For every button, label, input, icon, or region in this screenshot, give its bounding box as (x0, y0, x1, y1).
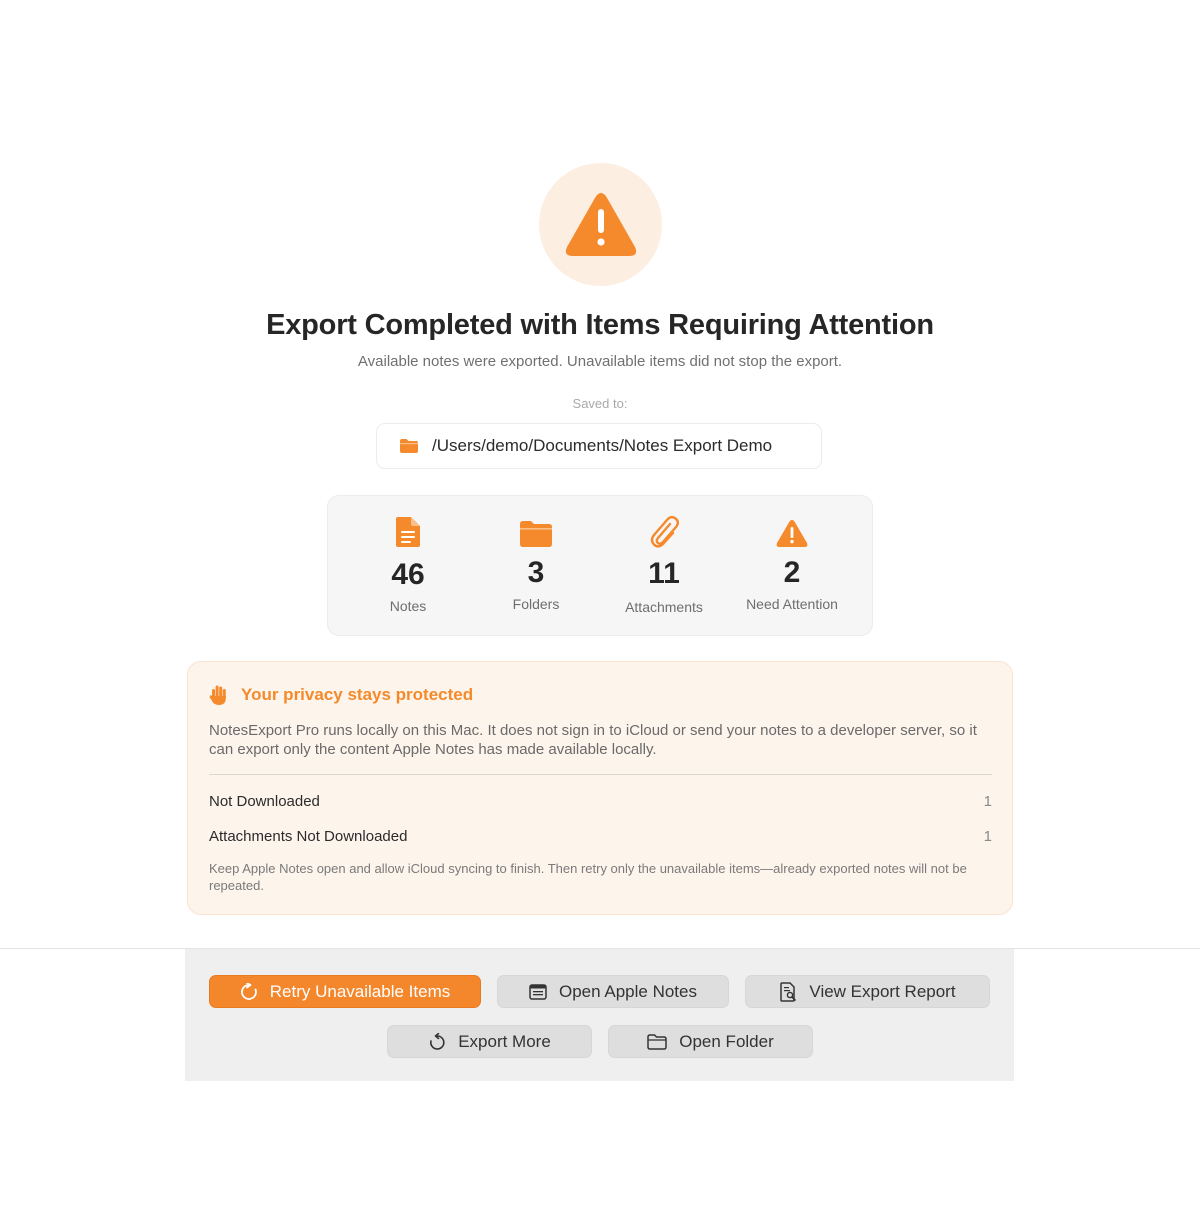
retry-unavailable-label: Retry Unavailable Items (269, 981, 451, 1001)
warning-triangle-icon (565, 192, 636, 256)
privacy-panel: Your privacy stays protected NotesExport… (187, 661, 1013, 915)
open-apple-notes-button[interactable]: Open Apple Notes (497, 975, 729, 1008)
folder-outline-icon (647, 1033, 667, 1050)
issue-row-not-downloaded: Not Downloaded 1 (209, 793, 992, 810)
export-path-box[interactable]: /Users/demo/Documents/Notes Export Demo (376, 423, 822, 469)
notes-list-icon (529, 983, 547, 1000)
stat-notes-value: 46 (391, 558, 425, 591)
stat-notes-label: Notes (389, 598, 427, 614)
view-export-report-label: View Export Report (809, 981, 956, 1001)
restart-arrow-icon (428, 1032, 446, 1051)
stat-need-attention: 2 Need Attention (727, 496, 857, 612)
retry-hint: Keep Apple Notes open and allow iCloud s… (209, 861, 967, 893)
hero-warning-badge (539, 163, 662, 286)
privacy-title: Your privacy stays protected (241, 685, 474, 704)
export-stats-card: 46 Notes 3 Folders 11 Attachments 2 Need… (327, 495, 873, 636)
stat-folders-label: Folders (512, 596, 560, 612)
saved-to-label: Saved to: (572, 396, 628, 411)
retry-unavailable-button[interactable]: Retry Unavailable Items (209, 975, 481, 1008)
issue-count: 1 (983, 793, 992, 810)
hand-icon (209, 684, 229, 706)
view-export-report-button[interactable]: View Export Report (745, 975, 990, 1008)
retry-arrow-icon (240, 982, 258, 1001)
stat-attachments: 11 Attachments (599, 496, 729, 615)
open-apple-notes-label: Open Apple Notes (559, 981, 697, 1001)
issue-count: 1 (983, 828, 992, 845)
warning-triangle-icon (727, 496, 857, 548)
export-more-label: Export More (458, 1031, 551, 1051)
open-folder-button[interactable]: Open Folder (608, 1025, 813, 1058)
stat-notes: 46 Notes (343, 496, 473, 614)
export-more-button[interactable]: Export More (387, 1025, 592, 1058)
report-search-icon (779, 981, 797, 1002)
paperclip-icon (599, 496, 729, 548)
folder-icon (471, 496, 601, 548)
action-bar: Retry Unavailable Items Open Apple Notes… (185, 949, 1014, 1081)
stat-folders-value: 3 (527, 556, 545, 589)
stat-folders: 3 Folders (471, 496, 601, 612)
issue-row-attachments-not-downloaded: Attachments Not Downloaded 1 (209, 828, 992, 845)
issue-label: Not Downloaded (209, 793, 320, 810)
page-title: Export Completed with Items Requiring At… (266, 309, 934, 341)
privacy-description: NotesExport Pro runs locally on this Mac… (209, 722, 977, 758)
issue-label: Attachments Not Downloaded (209, 828, 408, 845)
folder-icon (399, 438, 419, 454)
stat-need-attention-label: Need Attention (746, 596, 838, 612)
note-document-icon (343, 496, 473, 548)
stat-attachments-label: Attachments (625, 599, 703, 615)
export-path: /Users/demo/Documents/Notes Export Demo (432, 436, 773, 455)
page-subtitle: Available notes were exported. Unavailab… (357, 353, 843, 370)
privacy-header: Your privacy stays protected (209, 684, 473, 706)
privacy-divider (209, 774, 992, 775)
open-folder-label: Open Folder (679, 1031, 774, 1051)
stat-attachments-value: 11 (648, 557, 680, 590)
stat-need-attention-value: 2 (783, 556, 801, 589)
